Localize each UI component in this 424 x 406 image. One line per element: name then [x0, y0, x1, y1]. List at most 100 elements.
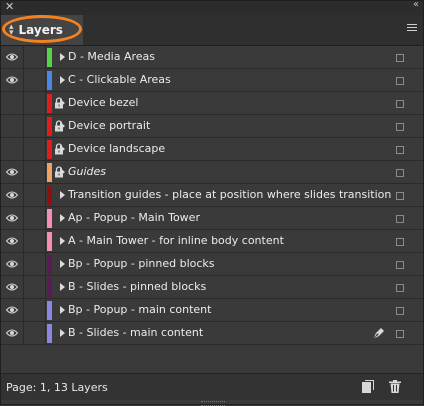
layer-color-swatch: [47, 186, 52, 205]
double-chevron-icon[interactable]: ‹‹: [413, 0, 419, 10]
layer-name: Bp - Popup - main content: [68, 303, 212, 316]
disclosure-triangle-icon[interactable]: [60, 329, 65, 337]
layer-select-box[interactable]: [396, 169, 404, 177]
eye-icon: [6, 306, 18, 314]
layer-select-box[interactable]: [396, 146, 404, 154]
visibility-toggle[interactable]: [1, 138, 24, 160]
visibility-toggle[interactable]: [1, 69, 24, 91]
layer-row[interactable]: B - Slides - main content: [1, 322, 423, 345]
lock-toggle[interactable]: [24, 207, 46, 229]
disclosure-triangle-icon[interactable]: [60, 306, 65, 314]
visibility-toggle[interactable]: [1, 322, 24, 344]
visibility-toggle[interactable]: [1, 46, 24, 68]
layer-color-swatch: [47, 278, 52, 297]
lock-toggle[interactable]: [24, 46, 46, 68]
layer-select-box[interactable]: [396, 77, 404, 85]
disclosure-triangle-icon[interactable]: [60, 283, 65, 291]
lock-toggle[interactable]: [24, 92, 63, 114]
layer-color-swatch: [47, 48, 52, 67]
layer-row[interactable]: Device landscape: [1, 138, 423, 161]
layer-name: Bp - Popup - pinned blocks: [68, 257, 215, 270]
layer-name: Device portrait: [68, 119, 151, 132]
layers-panel: ✕ ‹‹ ▴ ▾ Layers D - Media Areas C - Click…: [0, 0, 424, 406]
lock-toggle[interactable]: [24, 138, 63, 160]
panel-menu-icon[interactable]: [407, 24, 417, 33]
new-layer-icon[interactable]: [362, 380, 374, 393]
visibility-toggle[interactable]: [1, 92, 24, 114]
lock-toggle[interactable]: [24, 230, 46, 252]
disclosure-triangle-icon[interactable]: [60, 122, 65, 130]
layer-name: B - Slides - main content: [68, 326, 204, 339]
eye-icon: [6, 329, 18, 337]
layer-row[interactable]: Ap - Popup - Main Tower: [1, 207, 423, 230]
layer-name: Device landscape: [68, 142, 166, 155]
visibility-toggle[interactable]: [1, 276, 24, 298]
visibility-toggle[interactable]: [1, 115, 24, 137]
visibility-toggle[interactable]: [1, 230, 24, 252]
layer-select-box[interactable]: [396, 100, 404, 108]
lock-toggle[interactable]: [24, 69, 46, 91]
resize-grip[interactable]: [201, 401, 225, 406]
layer-name: Transition guides - place at position wh…: [68, 188, 392, 201]
trash-icon[interactable]: [389, 380, 401, 393]
disclosure-triangle-icon[interactable]: [60, 214, 65, 222]
layer-select-box[interactable]: [396, 261, 404, 269]
disclosure-triangle-icon[interactable]: [60, 260, 65, 268]
lock-toggle[interactable]: [24, 161, 63, 183]
layer-row[interactable]: Bp - Popup - main content: [1, 299, 423, 322]
tab-layers[interactable]: ▴ ▾ Layers: [1, 15, 83, 45]
layer-color-swatch: [47, 140, 52, 159]
layer-select-box[interactable]: [396, 307, 404, 315]
eye-icon: [6, 237, 18, 245]
layer-row[interactable]: Bp - Popup - pinned blocks: [1, 253, 423, 276]
disclosure-triangle-icon[interactable]: [60, 53, 65, 61]
disclosure-triangle-icon[interactable]: [60, 76, 65, 84]
eye-icon: [6, 53, 18, 61]
visibility-toggle[interactable]: [1, 207, 24, 229]
lock-toggle[interactable]: [24, 115, 63, 137]
layer-row[interactable]: D - Media Areas: [1, 46, 423, 69]
layer-row[interactable]: Device portrait: [1, 115, 423, 138]
eye-icon: [6, 191, 18, 199]
layer-color-swatch: [47, 71, 52, 90]
disclosure-triangle-icon[interactable]: [60, 168, 65, 176]
layer-select-box[interactable]: [396, 215, 404, 223]
layer-name: Ap - Popup - Main Tower: [68, 211, 200, 224]
visibility-toggle[interactable]: [1, 184, 24, 206]
visibility-toggle[interactable]: [1, 161, 24, 183]
visibility-toggle[interactable]: [1, 253, 24, 275]
layer-color-swatch: [47, 94, 52, 113]
layer-row[interactable]: B - Slides - pinned blocks: [1, 276, 423, 299]
layer-color-swatch: [47, 117, 52, 136]
disclosure-triangle-icon[interactable]: [60, 191, 65, 199]
tab-bar: ▴ ▾ Layers: [1, 15, 423, 46]
lock-toggle[interactable]: [24, 184, 46, 206]
visibility-toggle[interactable]: [1, 299, 24, 321]
layer-list: D - Media Areas C - Clickable Areas Devi…: [1, 46, 423, 345]
layer-row[interactable]: A - Main Tower - for inline body content: [1, 230, 423, 253]
status-text: Page: 1, 13 Layers: [6, 381, 108, 394]
layer-row[interactable]: Guides: [1, 161, 423, 184]
layer-name: B - Slides - pinned blocks: [68, 280, 207, 293]
disclosure-triangle-icon[interactable]: [60, 145, 65, 153]
layer-select-box[interactable]: [396, 123, 404, 131]
layer-select-box[interactable]: [396, 238, 404, 246]
lock-toggle[interactable]: [24, 322, 46, 344]
layer-select-box[interactable]: [396, 330, 404, 338]
layer-name: A - Main Tower - for inline body content: [68, 234, 284, 247]
disclosure-triangle-icon[interactable]: [60, 237, 65, 245]
lock-toggle[interactable]: [24, 276, 46, 298]
panel-footer: Page: 1, 13 Layers: [1, 373, 423, 400]
layer-row[interactable]: Transition guides - place at position wh…: [1, 184, 423, 207]
lock-toggle[interactable]: [24, 253, 46, 275]
layer-row[interactable]: Device bezel: [1, 92, 423, 115]
layer-select-box[interactable]: [396, 192, 404, 200]
close-icon[interactable]: ✕: [5, 0, 14, 13]
layer-select-box[interactable]: [396, 284, 404, 292]
disclosure-triangle-icon[interactable]: [60, 99, 65, 107]
lock-toggle[interactable]: [24, 299, 46, 321]
layer-color-swatch: [47, 209, 52, 228]
layer-color-swatch: [47, 324, 52, 343]
layer-select-box[interactable]: [396, 54, 404, 62]
layer-row[interactable]: C - Clickable Areas: [1, 69, 423, 92]
